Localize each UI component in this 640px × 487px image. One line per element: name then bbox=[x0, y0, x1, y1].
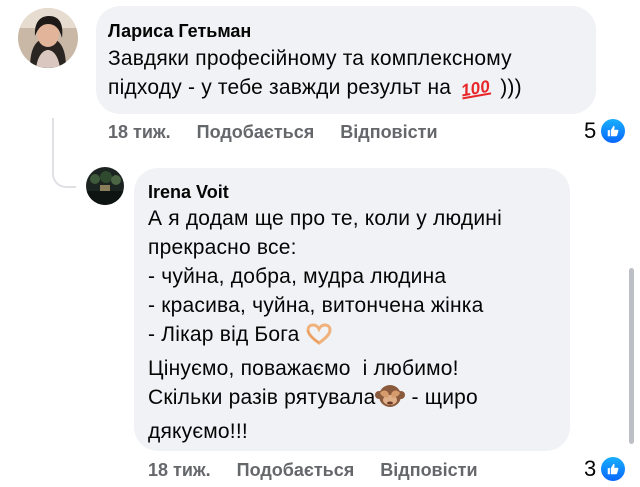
like-icon bbox=[601, 119, 626, 143]
comment-actions: 18 тиж. Подобається Відповісти bbox=[108, 122, 438, 143]
reply-button[interactable]: Відповісти bbox=[340, 122, 437, 143]
heart-hands-emoji bbox=[306, 322, 332, 354]
comment-bubble: Лариса Гетьман Завдяки професійному та к… bbox=[96, 6, 596, 114]
reaction-summary[interactable]: 5 bbox=[584, 118, 626, 144]
comment-text-segment: - щиро bbox=[405, 386, 478, 409]
comment-author[interactable]: Лариса Гетьман bbox=[108, 20, 251, 42]
comment-text-line: - красива, чуйна, витончена жінка bbox=[148, 294, 484, 317]
comment-text-segment: ))) bbox=[500, 76, 522, 99]
avatar-photo bbox=[18, 8, 78, 68]
comment-text-segment: - Лікар від Бога bbox=[148, 323, 300, 346]
comment-text-line: підходу - у тебе завжди результ на 100 )… bbox=[108, 73, 522, 103]
comment-text-segment: підходу - у тебе завжди результ на bbox=[108, 76, 452, 99]
like-button[interactable]: Подобається bbox=[237, 460, 355, 481]
comment-text-line: дякуємо!!! bbox=[148, 420, 248, 443]
comment-timestamp[interactable]: 18 тиж. bbox=[148, 460, 211, 481]
like-icon bbox=[601, 457, 626, 481]
avatar[interactable] bbox=[86, 167, 124, 205]
reaction-count: 5 bbox=[584, 118, 597, 143]
see-no-evil-monkey-emoji bbox=[375, 383, 406, 417]
comment-text-line: А я додам ще про те, коли у людині bbox=[148, 207, 502, 230]
reply-button[interactable]: Відповісти bbox=[380, 460, 477, 481]
reaction-count: 3 bbox=[584, 456, 597, 481]
comment-text-segment: Скільки разів рятувала bbox=[148, 386, 376, 409]
comment-bubble: Irena Voit А я додам ще про те, коли у л… bbox=[134, 168, 570, 451]
comment-text: А я додам ще про те, коли у людині прекр… bbox=[148, 204, 502, 446]
comment-text-line: Цінуємо, поважаємо і любимо! bbox=[148, 357, 459, 380]
comment-text-line: прекрасно все: bbox=[148, 236, 297, 259]
reply-thread-line bbox=[52, 118, 76, 188]
scrollbar[interactable] bbox=[629, 268, 634, 444]
comment-timestamp[interactable]: 18 тиж. bbox=[108, 122, 171, 143]
comment-author[interactable]: Irena Voit bbox=[148, 181, 229, 203]
comment-text-line: - Лікар від Бога bbox=[148, 320, 502, 354]
avatar[interactable] bbox=[18, 8, 78, 68]
comment-text-line: Скільки разів рятувала - щиро bbox=[148, 383, 502, 417]
comment-text-line: Завдяки професійному та комплексному bbox=[108, 47, 512, 70]
comment-actions: 18 тиж. Подобається Відповісти bbox=[148, 460, 478, 481]
100-points-emoji: 100 bbox=[459, 76, 492, 101]
comment-text: Завдяки професійному та комплексному під… bbox=[108, 44, 522, 103]
comment-text-line: - чуйна, добра, мудра людина bbox=[148, 265, 447, 288]
like-button[interactable]: Подобається bbox=[197, 122, 315, 143]
reaction-summary[interactable]: 3 bbox=[584, 456, 626, 482]
avatar-photo bbox=[86, 167, 124, 205]
